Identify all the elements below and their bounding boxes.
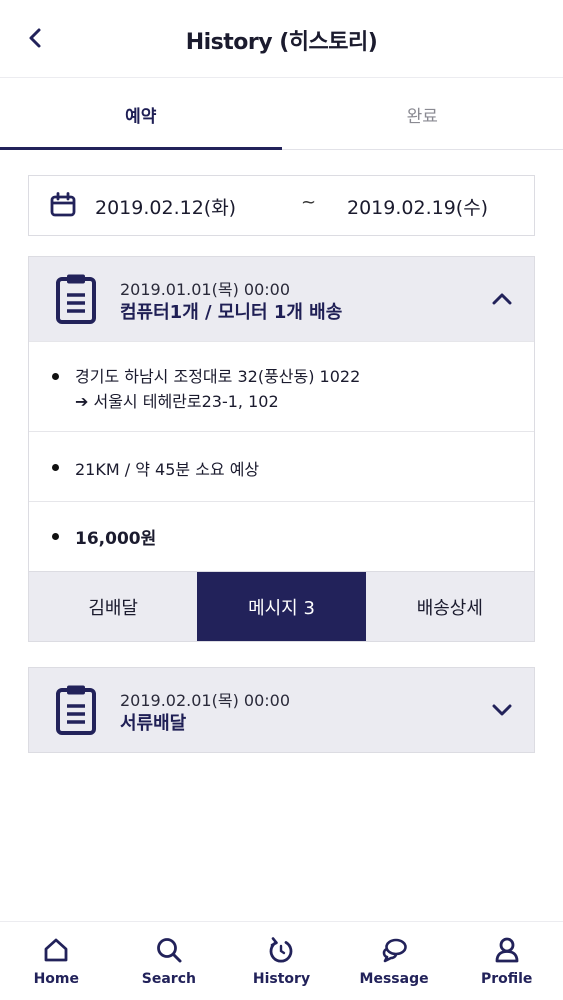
nav-home[interactable]: Home xyxy=(0,922,113,1000)
nav-history-label: History xyxy=(252,971,311,987)
bullet xyxy=(52,533,59,540)
order-actions: 김배달 메시지 3 배송상세 xyxy=(29,571,534,641)
order-datetime: 2019.01.01(목) 00:00 xyxy=(120,280,291,299)
nav-profile-label: Profile xyxy=(480,971,533,987)
clipboard-icon xyxy=(56,274,96,324)
nav-message-label: Message xyxy=(359,971,429,987)
order-card: 2019.02.01(목) 00:00 서류배달 xyxy=(28,667,535,753)
distance-text: 21KM / 약 45분 소요 예상 xyxy=(75,460,260,479)
driver-button[interactable]: 김배달 xyxy=(29,572,198,641)
calendar-icon xyxy=(50,192,76,217)
chevron-up-icon[interactable] xyxy=(490,287,514,311)
date-separator: ~ xyxy=(301,192,317,213)
order-card-header[interactable]: 2019.02.01(목) 00:00 서류배달 xyxy=(29,668,534,752)
price-text: 16,000원 xyxy=(75,529,157,549)
bullet xyxy=(52,373,59,380)
clipboard-icon xyxy=(56,685,96,735)
order-datetime: 2019.02.01(목) 00:00 xyxy=(120,691,291,710)
order-title: 서류배달 xyxy=(120,713,187,734)
history-icon xyxy=(270,937,293,963)
home-icon xyxy=(44,938,68,962)
nav-search-label: Search xyxy=(141,971,196,987)
route-row: 경기도 하남시 조정대로 32(풍산동) 1022 ➔ 서울시 테헤란로23-1… xyxy=(29,341,534,431)
bullet xyxy=(52,464,59,471)
nav-profile[interactable]: Profile xyxy=(450,922,563,1000)
start-date[interactable]: 2019.02.12(화) xyxy=(95,193,236,220)
route-from: 경기도 하남시 조정대로 32(풍산동) 1022 xyxy=(75,367,361,386)
route-to: ➔ 서울시 테헤란로23-1, 102 xyxy=(75,392,279,411)
nav-home-label: Home xyxy=(33,971,79,987)
page-title: History (히스토리) xyxy=(185,30,378,55)
tab-completed[interactable]: 완료 xyxy=(282,79,563,149)
nav-history[interactable]: History xyxy=(225,922,338,1000)
app-header: History (히스토리) xyxy=(0,0,563,78)
order-card: 2019.01.01(목) 00:00 컴퓨터1개 / 모니터 1개 배송 경기… xyxy=(28,256,535,642)
message-button[interactable]: 메시지 3 xyxy=(197,572,366,641)
end-date[interactable]: 2019.02.19(수) xyxy=(347,193,488,220)
bottom-nav: Home Search History Message Profile xyxy=(0,921,563,1000)
tab-bar: 예약 완료 xyxy=(0,79,563,150)
user-icon xyxy=(495,937,519,963)
price-row: 16,000원 xyxy=(29,501,534,571)
distance-row: 21KM / 약 45분 소요 예상 xyxy=(29,431,534,501)
nav-search[interactable]: Search xyxy=(113,922,226,1000)
nav-message[interactable]: Message xyxy=(338,922,451,1000)
delivery-detail-button[interactable]: 배송상세 xyxy=(365,572,534,641)
chat-bubbles-icon xyxy=(382,938,407,963)
order-title: 컴퓨터1개 / 모니터 1개 배송 xyxy=(120,302,343,323)
chevron-down-icon[interactable] xyxy=(490,698,514,722)
search-icon xyxy=(156,938,182,963)
tab-reservation[interactable]: 예약 xyxy=(0,79,282,150)
order-card-header[interactable]: 2019.01.01(목) 00:00 컴퓨터1개 / 모니터 1개 배송 xyxy=(29,257,534,341)
date-range-picker[interactable]: 2019.02.12(화) ~ 2019.02.19(수) xyxy=(28,175,535,236)
